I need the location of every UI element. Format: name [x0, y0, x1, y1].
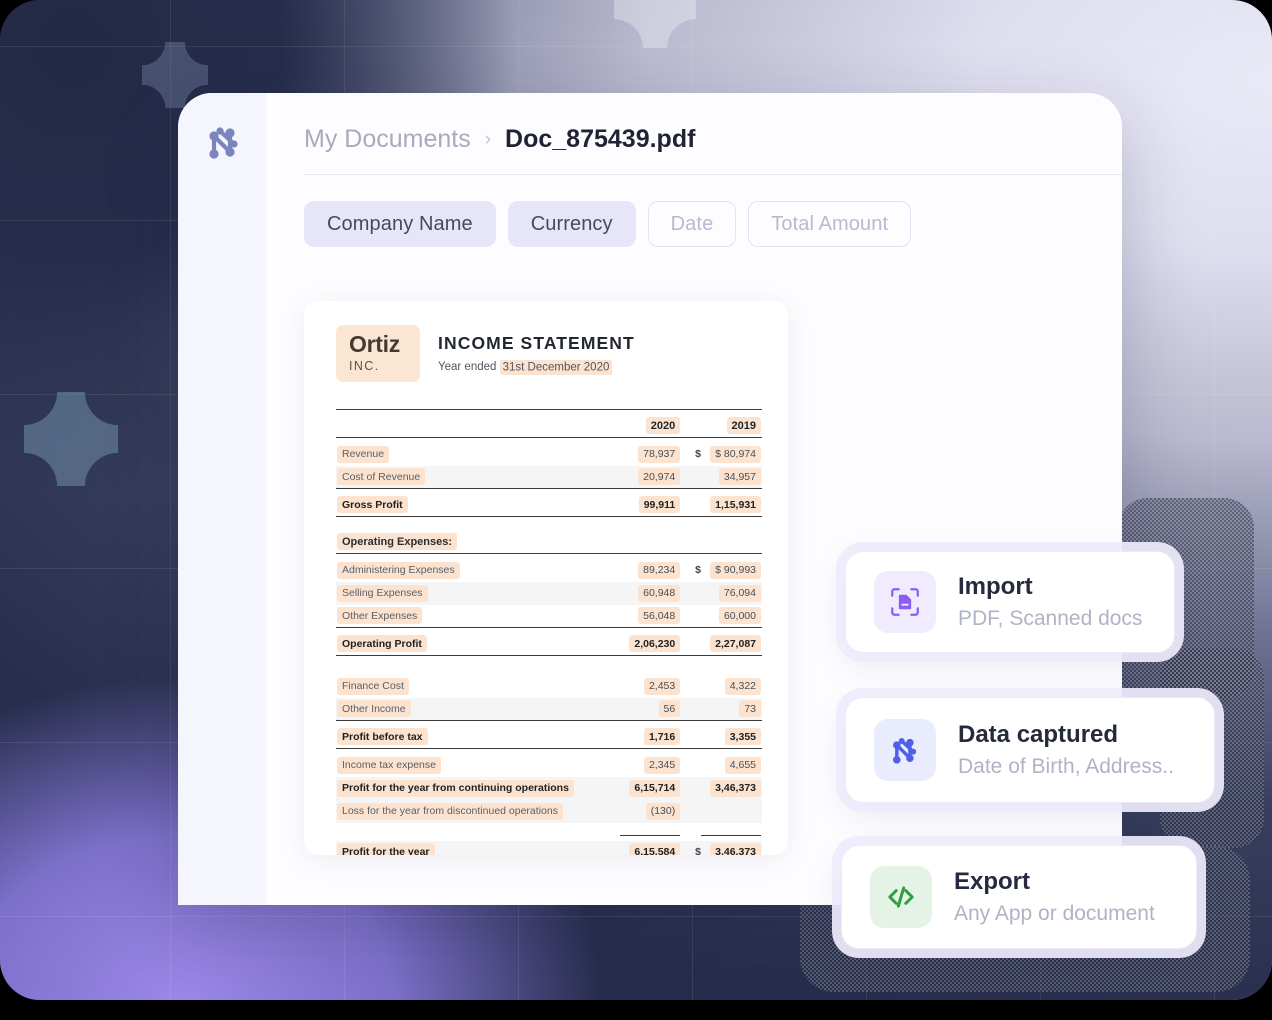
feature-card-title: Export [954, 868, 1031, 895]
feature-card-data-captured[interactable]: Data captured Date of Birth, Address.. [845, 697, 1215, 803]
feature-card-title: Data captured [958, 721, 1119, 748]
nodes-n-logo-icon [874, 719, 936, 781]
feature-card-title: Import [958, 573, 1033, 600]
feature-card-subtitle: Date of Birth, Address.. [958, 754, 1174, 778]
feature-card-import[interactable]: Import PDF, Scanned docs [845, 551, 1175, 653]
feature-card-stack: Import PDF, Scanned docs Data captured D… [0, 0, 1272, 1020]
code-brackets-icon [870, 866, 932, 928]
document-scan-icon [874, 571, 936, 633]
feature-card-subtitle: Any App or document [954, 901, 1155, 925]
feature-card-export[interactable]: Export Any App or document [841, 845, 1197, 949]
feature-card-subtitle: PDF, Scanned docs [958, 606, 1143, 630]
